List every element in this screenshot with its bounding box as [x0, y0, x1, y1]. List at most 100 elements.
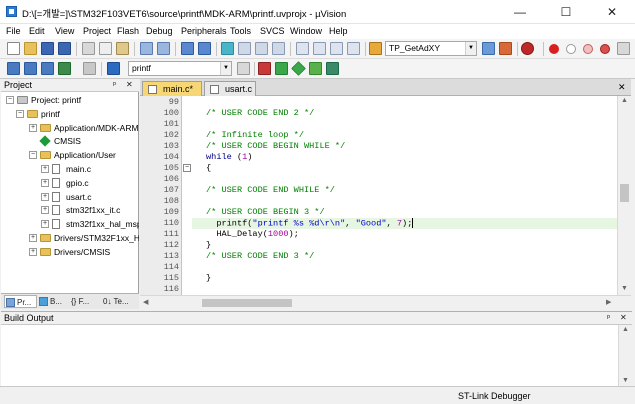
menu-help[interactable]: Help [329, 26, 348, 36]
build-output-text[interactable] [1, 325, 618, 387]
scroll-right-icon[interactable]: ▶ [606, 298, 611, 306]
tree-item[interactable]: + Drivers/CMSIS [1, 245, 139, 259]
expand-icon[interactable]: + [41, 220, 49, 229]
save-icon[interactable] [41, 42, 54, 55]
disable-all-breakpoints-icon[interactable] [583, 44, 593, 54]
code-line[interactable]: HAL_Delay(1000); [192, 229, 617, 240]
expand-icon[interactable]: + [29, 247, 37, 256]
file-extensions-icon[interactable] [258, 62, 271, 75]
scroll-left-icon[interactable]: ◀ [143, 298, 148, 306]
tree-item[interactable]: + Drivers/STM32F1xx_HAL_Driver [1, 231, 139, 245]
target-options-icon[interactable] [237, 62, 250, 75]
cut-icon[interactable] [82, 42, 95, 55]
scroll-up-icon[interactable]: ▲ [622, 326, 629, 333]
collapse-icon[interactable]: − [6, 96, 14, 104]
save-all-icon[interactable] [58, 42, 71, 55]
download-icon[interactable] [107, 62, 120, 75]
code-line[interactable]: } [192, 273, 617, 284]
code-line[interactable]: /* Infinite loop */ [192, 130, 617, 141]
maximize-button[interactable]: ☐ [543, 0, 589, 24]
code-line[interactable]: printf("printf %s %d\r\n", "Good", 7); [192, 218, 617, 229]
menu-debug[interactable]: Debug [146, 26, 173, 36]
indent-icon[interactable] [296, 42, 309, 55]
collapse-icon[interactable]: − [16, 109, 24, 118]
tree-item[interactable]: − printf [1, 107, 139, 121]
tab-functions[interactable]: {} F... [69, 295, 99, 308]
next-bookmark-icon[interactable] [255, 42, 268, 55]
translate-icon[interactable] [7, 62, 20, 75]
menu-tools[interactable]: Tools [230, 26, 251, 36]
comment-icon[interactable] [330, 42, 343, 55]
menu-view[interactable]: View [55, 26, 74, 36]
select-pack-icon[interactable] [291, 61, 306, 76]
breakpoint-icon[interactable] [549, 44, 559, 54]
copy-icon[interactable] [99, 42, 112, 55]
window-layout-icon[interactable] [617, 42, 630, 55]
close-icon[interactable]: ✕ [620, 313, 627, 322]
tree-item[interactable]: + stm32f1xx_it.c [1, 203, 139, 217]
find-combo[interactable]: TP_GetAdXY ▼ [385, 41, 477, 56]
redo-icon[interactable] [157, 42, 170, 55]
debug-session-icon[interactable] [521, 42, 534, 55]
code-line[interactable]: /* USER CODE END WHILE */ [192, 185, 617, 196]
code-line[interactable]: /* USER CODE BEGIN 3 */ [192, 207, 617, 218]
target-combo[interactable]: printf ▼ [128, 61, 232, 76]
tree-item[interactable]: + stm32f1xx_hal_msp.c [1, 217, 139, 231]
expand-icon[interactable]: + [41, 192, 49, 201]
tab-books[interactable]: B... [38, 295, 68, 308]
find-in-files-icon[interactable] [369, 42, 382, 55]
code-line[interactable] [192, 97, 617, 108]
collapse-block-icon[interactable]: − [183, 164, 191, 172]
scroll-up-icon[interactable]: ▲ [621, 97, 628, 104]
code-line[interactable] [192, 119, 617, 130]
manage-components-icon[interactable] [275, 62, 288, 75]
tree-item[interactable]: + usart.c [1, 190, 139, 204]
batch-build-icon[interactable] [58, 62, 71, 75]
menu-window[interactable]: Window [290, 26, 322, 36]
paste-icon[interactable] [116, 42, 129, 55]
clear-bookmarks-icon[interactable] [272, 42, 285, 55]
code-line[interactable]: /* USER CODE BEGIN WHILE */ [192, 141, 617, 152]
code-line[interactable]: { [192, 163, 617, 174]
horizontal-scroll-thumb[interactable] [202, 299, 292, 307]
editor-horizontal-scrollbar[interactable]: ◀ ▶ [140, 295, 631, 309]
expand-icon[interactable]: + [29, 123, 37, 132]
menu-svcs[interactable]: SVCS [260, 26, 285, 36]
tab-project[interactable]: Pr... [4, 295, 37, 308]
bookmark-icon[interactable] [221, 42, 234, 55]
close-icon[interactable]: ✕ [126, 80, 133, 89]
uncomment-icon[interactable] [347, 42, 360, 55]
tab-usart-c[interactable]: usart.c [204, 81, 256, 96]
code-line[interactable] [192, 196, 617, 207]
tab-templates[interactable]: 0↓ Te... [101, 295, 137, 308]
menu-flash[interactable]: Flash [117, 26, 139, 36]
pin-icon[interactable]: ᵖ [607, 313, 610, 322]
build-output-scrollbar[interactable]: ▲ ▼ [618, 325, 632, 387]
code-line[interactable] [192, 262, 617, 273]
incremental-find-icon[interactable] [499, 42, 512, 55]
open-folder-icon[interactable] [24, 42, 37, 55]
tree-item[interactable]: CMSIS [1, 134, 139, 148]
tree-item[interactable]: + Application/MDK-ARM [1, 121, 139, 135]
menu-edit[interactable]: Edit [29, 26, 45, 36]
minimize-button[interactable]: — [497, 0, 543, 24]
code-line[interactable] [192, 284, 617, 295]
menu-project[interactable]: Project [83, 26, 111, 36]
scroll-down-icon[interactable]: ▼ [622, 377, 629, 384]
chevron-down-icon[interactable]: ▼ [465, 42, 476, 55]
manage-environment-icon[interactable] [326, 62, 339, 75]
tree-item[interactable]: + gpio.c [1, 176, 139, 190]
chevron-down-icon[interactable]: ▼ [220, 62, 231, 75]
tree-item[interactable]: + main.c [1, 162, 139, 176]
stop-build-icon[interactable] [83, 62, 96, 75]
expand-icon[interactable]: + [41, 178, 49, 187]
close-editor-tab-icon[interactable]: ✕ [618, 82, 626, 93]
editor-vertical-scrollbar[interactable]: ▲ ▼ [617, 96, 631, 295]
tree-item[interactable]: − Application/User [1, 148, 139, 162]
code-line[interactable]: /* USER CODE END 3 */ [192, 251, 617, 262]
code-line[interactable]: while (1) [192, 152, 617, 163]
menu-peripherals[interactable]: Peripherals [181, 26, 227, 36]
find-icon[interactable] [482, 42, 495, 55]
new-file-icon[interactable] [7, 42, 20, 55]
expand-icon[interactable]: + [41, 165, 49, 173]
